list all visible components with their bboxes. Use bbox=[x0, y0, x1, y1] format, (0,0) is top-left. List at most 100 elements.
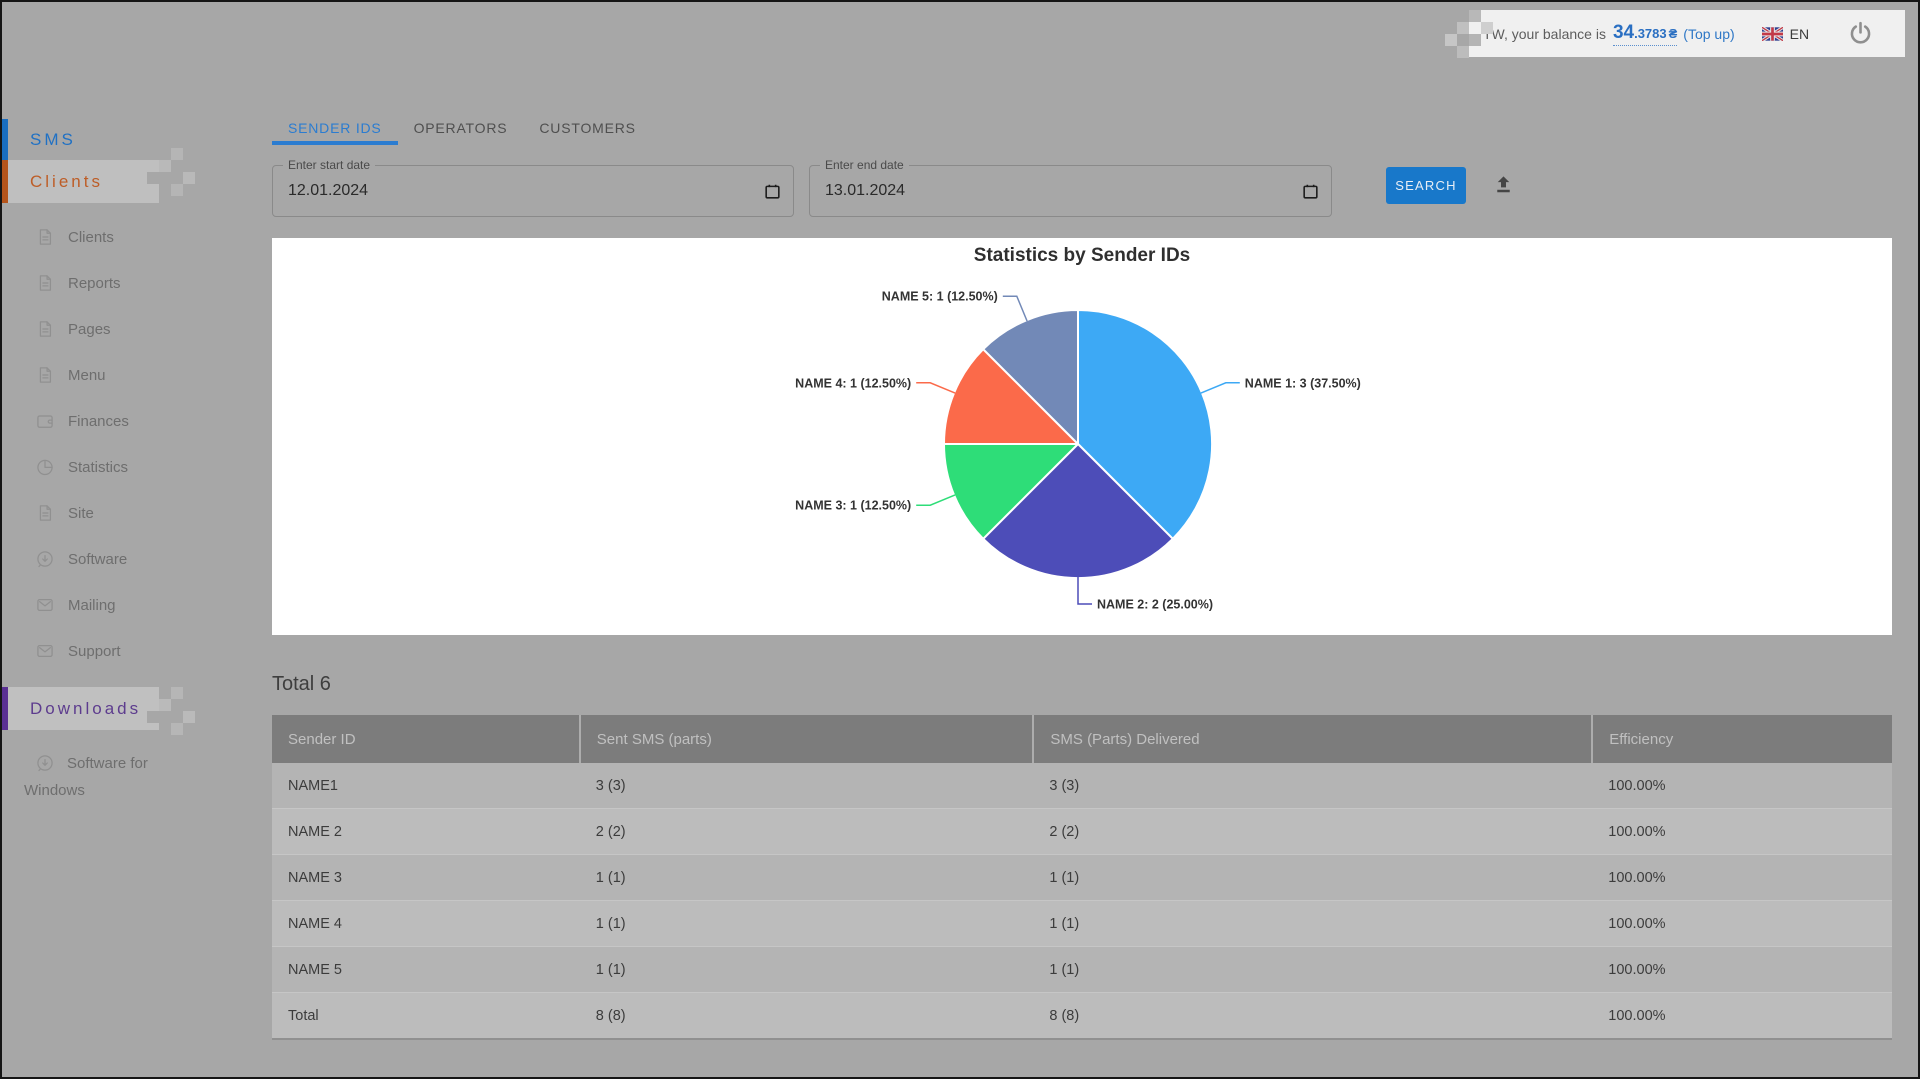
pie-slice-label: NAME 5: 1 (12.50%) bbox=[882, 290, 998, 304]
sidebar-item-site[interactable]: Site bbox=[2, 490, 232, 536]
filter-row: Enter start date 12.01.2024 Enter end da… bbox=[272, 158, 1892, 217]
tab-bar: SENDER IDS OPERATORS CUSTOMERS bbox=[272, 112, 1892, 145]
sidebar-item-label: Software bbox=[68, 550, 128, 568]
accent-bar bbox=[2, 160, 8, 203]
document-icon bbox=[39, 275, 52, 291]
envelope-icon bbox=[37, 644, 53, 658]
app-window: TW, your balance is 34.3783 ₴ (Top up) EN… bbox=[0, 0, 1920, 1079]
table-cell: 100.00% bbox=[1592, 992, 1892, 1039]
table-cell: 8 (8) bbox=[1033, 992, 1593, 1039]
download-icon bbox=[37, 755, 53, 772]
logout-power-button[interactable] bbox=[1847, 20, 1874, 47]
start-date-field[interactable]: Enter start date 12.01.2024 bbox=[272, 158, 794, 217]
top-up-link[interactable]: (Top up) bbox=[1683, 26, 1734, 42]
end-date-field[interactable]: Enter end date 13.01.2024 bbox=[809, 158, 1332, 217]
tab-customers[interactable]: CUSTOMERS bbox=[523, 112, 651, 145]
pixel-decoration bbox=[1469, 10, 1481, 22]
language-selector[interactable]: EN bbox=[1761, 26, 1809, 42]
main-content: SENDER IDS OPERATORS CUSTOMERS Enter sta… bbox=[272, 112, 1892, 1040]
sidebar-item-label: Support bbox=[68, 642, 121, 660]
uk-flag-icon bbox=[1761, 26, 1783, 41]
sidebar-item-reports[interactable]: Reports bbox=[2, 260, 232, 306]
sidebar-item-clients[interactable]: Clients bbox=[2, 214, 232, 260]
sidebar-item-pages[interactable]: Pages bbox=[2, 306, 232, 352]
end-date-picker-button[interactable] bbox=[1301, 182, 1320, 201]
end-date-label: Enter end date bbox=[820, 158, 909, 172]
pie-slice-label: NAME 1: 3 (37.50%) bbox=[1245, 376, 1361, 390]
wallet-icon bbox=[37, 415, 53, 428]
balance-fraction: .3783 bbox=[1634, 25, 1667, 41]
document-icon bbox=[39, 505, 52, 521]
tab-sender-ids[interactable]: SENDER IDS bbox=[272, 112, 398, 145]
pixel-decoration bbox=[147, 711, 159, 723]
pixel-decoration bbox=[1457, 46, 1469, 58]
document-icon bbox=[39, 229, 52, 245]
balance-main: 34 bbox=[1612, 21, 1635, 43]
table-row-total: Total 8 (8) 8 (8) 100.00% bbox=[272, 992, 1892, 1039]
table-cell: 1 (1) bbox=[579, 854, 1034, 901]
sidebar-item-label: Pages bbox=[68, 320, 111, 338]
document-icon bbox=[39, 367, 52, 383]
pie-label-leader bbox=[916, 382, 956, 394]
pixel-decoration bbox=[1457, 22, 1469, 34]
sidebar-item-support[interactable]: Support bbox=[2, 628, 232, 674]
sidebar-group-sms[interactable]: SMS bbox=[2, 119, 159, 160]
calendar-icon bbox=[1303, 184, 1318, 199]
pixel-decoration bbox=[159, 160, 171, 172]
sidebar-item-software-for-windows[interactable]: Software for Windows bbox=[2, 750, 190, 804]
pixel-decoration bbox=[147, 172, 159, 184]
sidebar-item-label: Finances bbox=[68, 412, 129, 430]
pixel-decoration bbox=[159, 699, 171, 711]
pie-label-leader bbox=[1002, 295, 1028, 322]
pixel-decoration bbox=[171, 148, 183, 160]
sidebar-item-mailing[interactable]: Mailing bbox=[2, 582, 232, 628]
table-cell: 100.00% bbox=[1592, 808, 1892, 855]
table-cell: 1 (1) bbox=[1033, 854, 1593, 901]
sidebar-item-statistics[interactable]: Statistics bbox=[2, 444, 232, 490]
sidebar-item-label: Reports bbox=[68, 274, 121, 292]
column-header-sender-id: Sender ID bbox=[272, 715, 581, 763]
start-date-value[interactable]: 12.01.2024 bbox=[273, 166, 793, 216]
column-header-efficiency: Efficiency bbox=[1592, 715, 1892, 763]
upload-icon bbox=[1497, 176, 1510, 193]
accent-bar bbox=[2, 119, 8, 160]
pie-slice-label: NAME 4: 1 (12.50%) bbox=[795, 376, 911, 390]
table-cell: 100.00% bbox=[1592, 854, 1892, 901]
sidebar-item-finances[interactable]: Finances bbox=[2, 398, 232, 444]
table-row: NAME 4 1 (1) 1 (1) 100.00% bbox=[272, 900, 1892, 947]
sidebar-item-label: Statistics bbox=[68, 458, 129, 476]
balance-amount-link[interactable]: 34.3783 ₴ bbox=[1612, 21, 1678, 46]
tab-operators[interactable]: OPERATORS bbox=[398, 112, 524, 145]
sidebar-item-software[interactable]: Software bbox=[2, 536, 232, 582]
sidebar-group-clients[interactable]: Clients bbox=[2, 160, 159, 203]
table-cell: NAME 4 bbox=[272, 900, 580, 947]
sidebar-item-label: Menu bbox=[68, 366, 106, 384]
table-cell: 3 (3) bbox=[579, 763, 1034, 809]
export-button[interactable] bbox=[1492, 173, 1515, 196]
chart-card: Statistics by Sender IDs NAME 1: 3 (37.5… bbox=[272, 238, 1892, 635]
search-button[interactable]: SEARCH bbox=[1386, 167, 1466, 204]
pie-chart: NAME 1: 3 (37.50%) NAME 2: 2 (25.00%) NAME… bbox=[795, 290, 1361, 612]
table-cell: 1 (1) bbox=[1033, 900, 1593, 947]
sidebar-group-label: Clients bbox=[30, 171, 103, 191]
pie-label-leader bbox=[1200, 382, 1240, 394]
sidebar-item-label: Clients bbox=[68, 228, 114, 246]
pixel-decoration bbox=[1445, 34, 1457, 46]
sidebar-item-label: Site bbox=[68, 504, 94, 522]
start-date-picker-button[interactable] bbox=[763, 182, 782, 201]
end-date-value[interactable]: 13.01.2024 bbox=[810, 166, 1331, 216]
calendar-icon bbox=[765, 184, 780, 199]
column-header-delivered: SMS (Parts) Delivered bbox=[1033, 715, 1594, 763]
sidebar-group-downloads[interactable]: Downloads bbox=[2, 687, 159, 730]
pie-slice-label: NAME 2: 2 (25.00%) bbox=[1097, 598, 1213, 612]
envelope-icon bbox=[37, 598, 53, 612]
pixel-decoration bbox=[183, 711, 195, 723]
table-row: NAME 3 1 (1) 1 (1) 100.00% bbox=[272, 854, 1892, 901]
table-cell: 3 (3) bbox=[1033, 763, 1593, 809]
table-header-row: Sender ID Sent SMS (parts) SMS (Parts) D… bbox=[272, 715, 1892, 763]
sidebar-item-menu[interactable]: Menu bbox=[2, 352, 232, 398]
pixel-decoration bbox=[171, 723, 183, 735]
table-cell: NAME 3 bbox=[272, 854, 580, 901]
balance-prefix: TW, your balance is bbox=[1483, 25, 1606, 42]
table-row: NAME 2 2 (2) 2 (2) 100.00% bbox=[272, 808, 1892, 855]
